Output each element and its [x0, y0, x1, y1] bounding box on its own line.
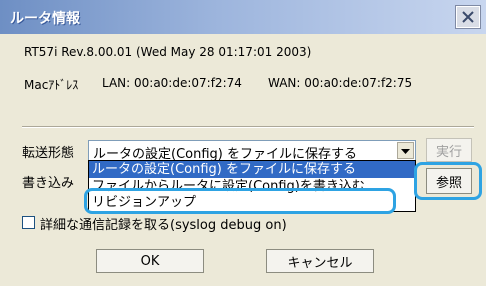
write-label: 書き込み: [22, 176, 75, 191]
mac-address-label: Macｱﾄﾞﾚｽ: [24, 78, 79, 92]
firmware-version: RT57i Rev.8.00.01 (Wed May 28 01:17:01 2…: [24, 45, 312, 59]
detail-log-checkbox[interactable]: [22, 216, 35, 229]
detail-log-label: 詳細な通信記録を取る(syslog debug on): [40, 218, 287, 233]
router-info-dialog: ルータ情報 RT57i Rev.8.00.01 (Wed May 28 01:1…: [0, 0, 486, 286]
title-bar[interactable]: ルータ情報: [0, 0, 486, 34]
execute-button[interactable]: 実行: [426, 138, 472, 162]
transfer-mode-select[interactable]: ルータの設定(Config) をファイルに保存する: [88, 140, 416, 162]
chevron-down-icon: [401, 144, 410, 158]
transfer-mode-label: 転送形態: [22, 146, 75, 161]
cancel-button[interactable]: キャンセル: [266, 249, 374, 273]
browse-button-highlight: [414, 162, 482, 200]
section-divider: [22, 126, 474, 128]
revision-up-highlight: [84, 188, 396, 214]
dropdown-toggle[interactable]: [397, 142, 414, 159]
ok-button[interactable]: OK: [96, 249, 204, 273]
close-icon: [461, 10, 475, 24]
close-button[interactable]: [455, 5, 481, 29]
dropdown-option-save-config[interactable]: ルータの設定(Config) をファイルに保存する: [89, 161, 415, 178]
lan-mac-address: LAN: 00:a0:de:07:f2:74: [102, 76, 242, 90]
dialog-title: ルータ情報: [10, 11, 80, 27]
wan-mac-address: WAN: 00:a0:de:07:f2:75: [268, 76, 413, 90]
